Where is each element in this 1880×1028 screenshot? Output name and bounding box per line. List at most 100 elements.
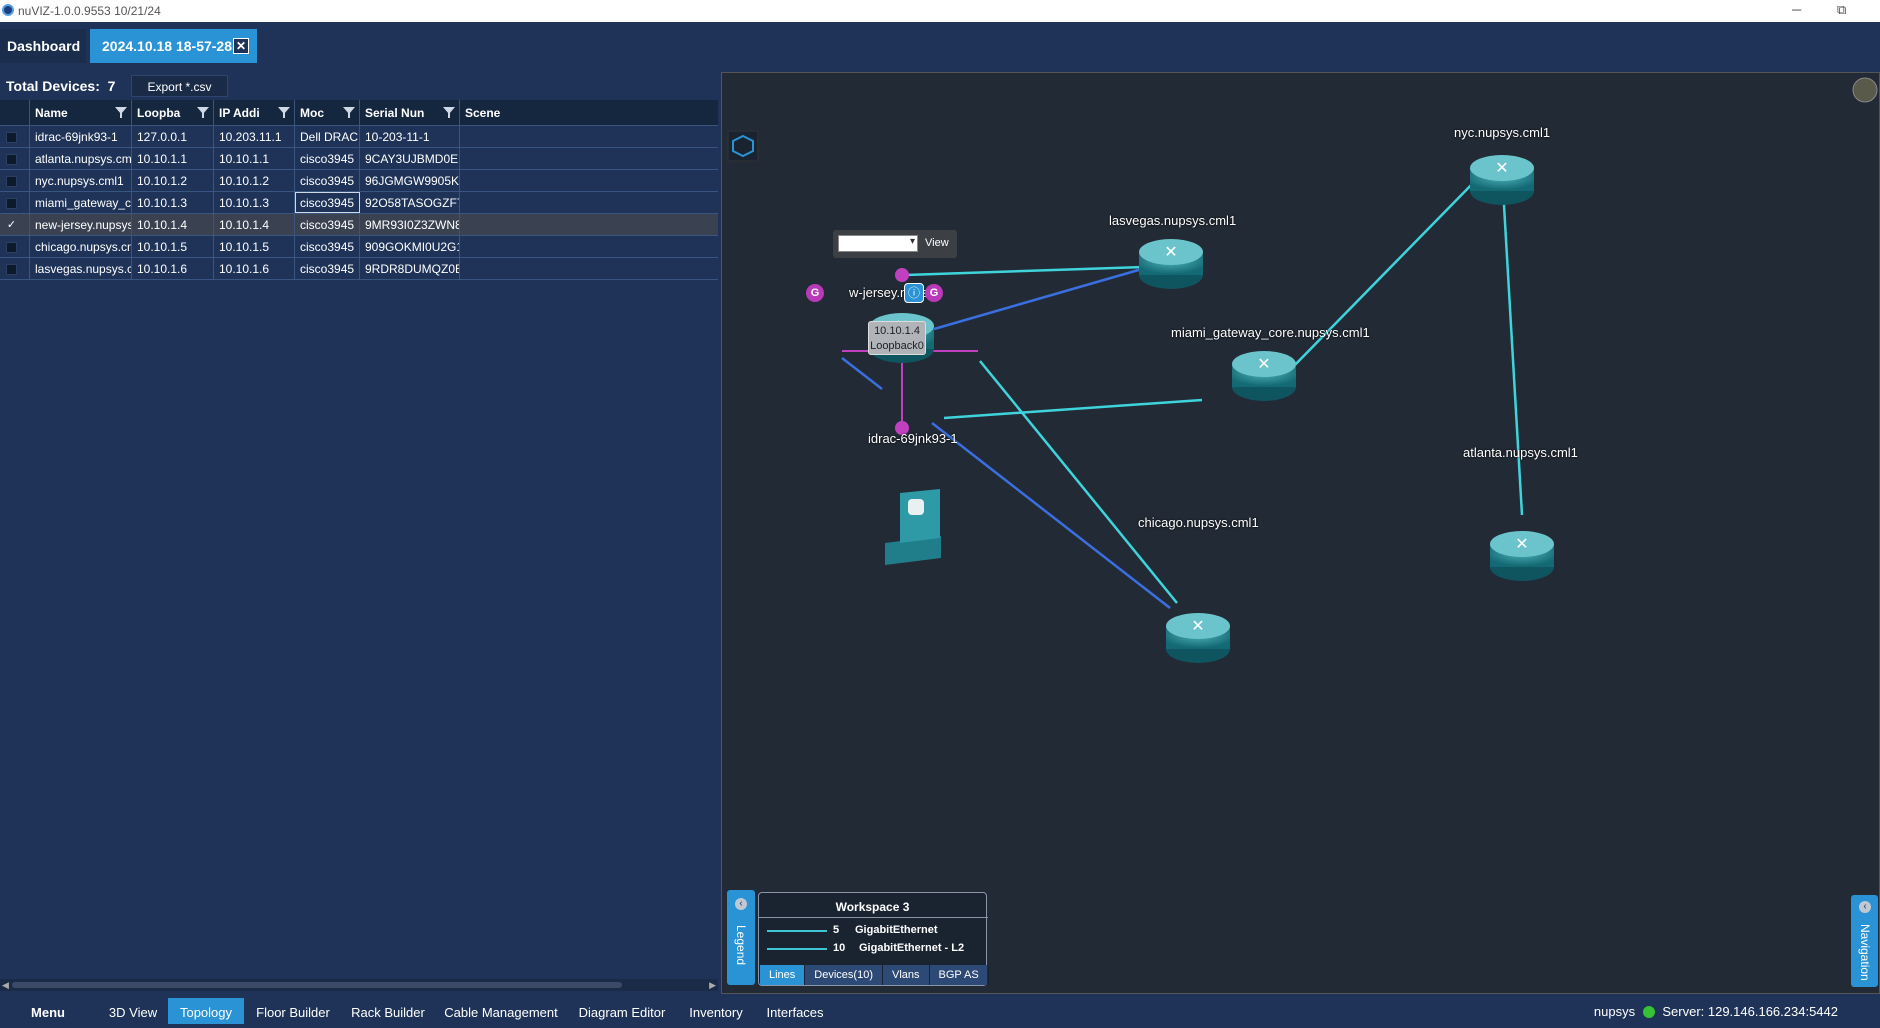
row-checkbox[interactable]	[6, 242, 17, 253]
link-l2[interactable]	[943, 398, 1203, 420]
filter-icon[interactable]	[278, 107, 290, 118]
svg-text:✕: ✕	[1257, 354, 1270, 373]
row-checkbox[interactable]	[6, 264, 17, 275]
scroll-right-icon[interactable]: ▶	[709, 980, 716, 991]
legend-tab[interactable]: ‹ Legend	[727, 890, 755, 985]
tab-floor-builder[interactable]: Floor Builder	[248, 998, 338, 1024]
info-icon[interactable]: ⓘ	[904, 283, 924, 303]
row-checkbox[interactable]	[6, 154, 17, 165]
cell-ip: 10.10.1.5	[214, 236, 295, 257]
cell-name: idrac-69jnk93-1	[30, 126, 132, 147]
legend-title: Workspace 3	[835, 900, 910, 914]
tab-rack-builder[interactable]: Rack Builder	[342, 998, 434, 1024]
table-row[interactable]: atlanta.nupsys.cm 10.10.1.1 10.10.1.1 ci…	[0, 148, 718, 170]
link-l2[interactable]	[1501, 187, 1524, 516]
table-row[interactable]: lasvegas.nupsys.cr 10.10.1.6 10.10.1.6 c…	[0, 258, 718, 280]
cell-name: atlanta.nupsys.cm	[30, 148, 132, 169]
view-dropdown[interactable]: ▾	[838, 235, 918, 252]
horizontal-scrollbar[interactable]: ◀ ▶	[0, 979, 718, 991]
node-label-idrac[interactable]: idrac-69jnk93-1	[868, 431, 958, 446]
table-row-selected[interactable]: ✓ new-jersey.nupsys 10.10.1.4 10.10.1.4 …	[0, 214, 718, 236]
tab-topology-snapshot[interactable]: 2024.10.18 18-57-28 ✕	[90, 29, 257, 63]
tab-topology[interactable]: Topology	[168, 998, 244, 1024]
cell-scene	[460, 236, 718, 257]
table-row[interactable]: idrac-69jnk93-1 127.0.0.1 10.203.11.1 De…	[0, 126, 718, 148]
header-name[interactable]: Name	[30, 100, 132, 125]
minimize-button[interactable]: ─	[1792, 2, 1801, 17]
router-icon[interactable]: ✕	[1232, 351, 1296, 401]
header-serial[interactable]: Serial Nun	[360, 100, 460, 125]
legend-divider	[759, 917, 988, 918]
cell-serial: 10-203-11-1	[360, 126, 460, 147]
node-label-chicago[interactable]: chicago.nupsys.cml1	[1138, 515, 1259, 530]
export-csv-button[interactable]: Export *.csv	[131, 75, 228, 97]
node-label-atlanta[interactable]: atlanta.nupsys.cml1	[1463, 445, 1578, 460]
link-l2[interactable]	[905, 264, 1173, 277]
link-l2[interactable]	[1288, 176, 1480, 372]
view-button[interactable]: View	[925, 237, 949, 249]
navigation-tab[interactable]: ‹ Navigation	[1851, 895, 1878, 987]
row-checkbox[interactable]	[6, 176, 17, 187]
topology-canvas[interactable]: ✕ ✕ ✕ ✕ ✕ ✕	[721, 72, 1880, 994]
table-row[interactable]: nyc.nupsys.cml1 10.10.1.2 10.10.1.2 cisc…	[0, 170, 718, 192]
link-l3[interactable]	[841, 357, 883, 390]
cell-serial: 92O58TASOGZF7I	[360, 192, 460, 213]
header-scene-label: Scene	[465, 106, 501, 120]
tab-diagram-editor[interactable]: Diagram Editor	[568, 998, 676, 1024]
header-ip[interactable]: IP Addi	[214, 100, 295, 125]
navigation-sphere-icon[interactable]	[1852, 77, 1878, 103]
cell-scene	[460, 148, 718, 169]
link-l3[interactable]	[933, 267, 1143, 331]
router-icon[interactable]: ✕	[1139, 239, 1203, 289]
tab-dashboard[interactable]: Dashboard	[0, 29, 86, 63]
router-icon[interactable]: ✕	[1490, 531, 1554, 581]
cell-model: Dell DRAC	[295, 126, 360, 147]
legend-label: GigabitEthernet - L2	[859, 942, 965, 954]
router-icon[interactable]: ✕	[1470, 155, 1534, 205]
table-row[interactable]: miami_gateway_cc 10.10.1.3 10.10.1.3 cis…	[0, 192, 718, 214]
row-checkbox[interactable]	[6, 198, 17, 209]
g-badge-left[interactable]: G	[806, 284, 824, 302]
drag-handle[interactable]	[895, 268, 909, 282]
legend-tab-devices[interactable]: Devices(10)	[805, 965, 883, 985]
router-icon[interactable]: ✕	[1166, 613, 1230, 663]
node-label-miami[interactable]: miami_gateway_core.nupsys.cml1	[1171, 325, 1370, 340]
hexagon-icon[interactable]	[727, 130, 759, 162]
close-tab-icon[interactable]: ✕	[233, 38, 249, 54]
interface-tooltip: 10.10.1.4 Loopback0	[868, 321, 926, 355]
legend-tab-bgp[interactable]: BGP AS	[930, 965, 989, 985]
filter-icon[interactable]	[197, 107, 209, 118]
tab-inventory[interactable]: Inventory	[679, 998, 753, 1024]
header-loopback[interactable]: Loopba	[132, 100, 214, 125]
header-model[interactable]: Moc	[295, 100, 360, 125]
header-scene[interactable]: Scene	[460, 100, 718, 125]
table-row[interactable]: chicago.nupsys.cn 10.10.1.5 10.10.1.5 ci…	[0, 236, 718, 258]
node-label-nyc[interactable]: nyc.nupsys.cml1	[1454, 125, 1550, 140]
row-checkbox[interactable]: ✓	[6, 220, 17, 231]
node-label-lasvegas[interactable]: lasvegas.nupsys.cml1	[1109, 213, 1236, 228]
link-l3[interactable]	[931, 422, 1171, 609]
filter-icon[interactable]	[343, 107, 355, 118]
scrollbar-thumb[interactable]	[12, 982, 622, 988]
filter-icon[interactable]	[443, 107, 455, 118]
device-grid: Name Loopba IP Addi Moc Serial Nun Scene…	[0, 100, 718, 280]
tab-interfaces[interactable]: Interfaces	[756, 998, 834, 1024]
row-checkbox[interactable]	[6, 132, 17, 143]
filter-icon[interactable]	[115, 107, 127, 118]
g-badge-right[interactable]: G	[925, 284, 943, 302]
legend-tab-lines[interactable]: Lines	[760, 965, 806, 985]
server-icon[interactable]	[885, 489, 941, 565]
chevron-left-icon[interactable]: ‹	[1859, 901, 1871, 913]
legend-tab-vlans[interactable]: Vlans	[883, 965, 930, 985]
restore-button[interactable]: ⧉	[1837, 2, 1846, 18]
grid-header: Name Loopba IP Addi Moc Serial Nun Scene	[0, 100, 718, 126]
tab-menu[interactable]: Menu	[0, 998, 96, 1024]
scroll-left-icon[interactable]: ◀	[2, 980, 9, 991]
chevron-left-icon[interactable]: ‹	[735, 898, 747, 910]
tab-3d-view[interactable]: 3D View	[100, 998, 166, 1024]
tab-cable-management[interactable]: Cable Management	[437, 998, 565, 1024]
cell-scene	[460, 126, 718, 147]
cell-scene	[460, 214, 718, 235]
cell-ip: 10.10.1.2	[214, 170, 295, 191]
cell-model: cisco3945	[295, 236, 360, 257]
